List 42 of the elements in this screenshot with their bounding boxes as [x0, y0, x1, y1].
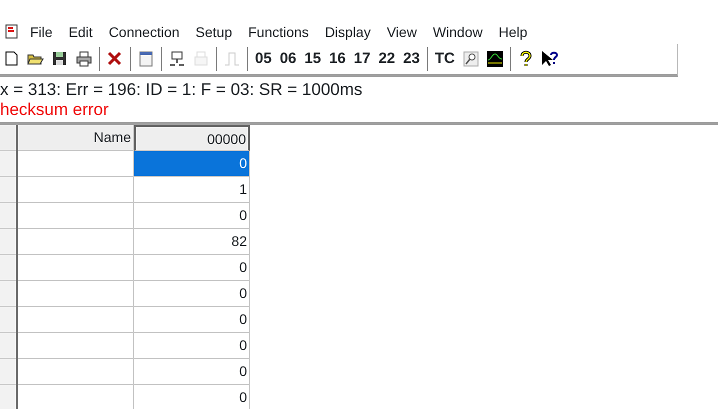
toolbar-button[interactable]: 15	[300, 48, 326, 70]
status-text: x = 313: Err = 196: ID = 1: F = 03: SR = 1000ms	[0, 80, 364, 100]
row-header-cell[interactable]	[0, 333, 16, 359]
row-header-cell[interactable]	[0, 385, 16, 409]
table-cell[interactable]: 0	[134, 281, 250, 307]
toolbar-button[interactable]: 05	[251, 48, 276, 70]
table-cell[interactable]: 0	[134, 333, 250, 359]
menu-item[interactable]: Setup	[188, 22, 240, 42]
row-header-cell[interactable]	[0, 151, 16, 177]
menu-item[interactable]: Help	[490, 22, 536, 42]
table-cell[interactable]: 0	[134, 151, 250, 177]
row-header-cell[interactable]	[0, 229, 16, 255]
toolbar-button[interactable]: TC	[430, 48, 459, 70]
toolbar-button[interactable]: 17	[350, 48, 374, 70]
column-header[interactable]: 00000	[134, 125, 250, 151]
toolbar-button[interactable]: 06	[276, 48, 300, 70]
menu-item[interactable]: View	[378, 22, 425, 42]
row-header-cell[interactable]	[0, 307, 16, 333]
column-header[interactable]: Name	[18, 125, 134, 151]
menu-item[interactable]: Edit	[60, 22, 101, 42]
row-header-cell	[0, 125, 16, 151]
menu-item[interactable]: Display	[316, 22, 379, 42]
table-cell[interactable]: 1	[134, 177, 250, 203]
row-header-cell[interactable]	[0, 281, 16, 307]
table-cell[interactable]: 0	[134, 307, 250, 333]
menu-item[interactable]: Connection	[100, 22, 188, 42]
table-cell[interactable]: 82	[134, 229, 250, 255]
toolbar-button[interactable]: 22	[374, 48, 400, 70]
error-message: hecksum error	[0, 100, 110, 120]
menu-item[interactable]: Functions	[240, 22, 317, 42]
row-header-cell[interactable]	[0, 359, 16, 385]
table-cell[interactable]: 0	[134, 255, 250, 281]
menu-item[interactable]: File	[22, 22, 61, 42]
row-header-cell[interactable]	[0, 255, 16, 281]
menu-item[interactable]: Window	[424, 22, 491, 42]
toolbar-button[interactable]: 23	[399, 48, 424, 70]
row-header-cell[interactable]	[0, 177, 16, 203]
row-header-cell[interactable]	[0, 203, 16, 229]
table-cell[interactable]: 0	[134, 385, 250, 409]
table-cell[interactable]: 0	[134, 203, 250, 229]
toolbar-button[interactable]: 16	[325, 48, 350, 70]
table-cell[interactable]: 0	[134, 359, 250, 385]
